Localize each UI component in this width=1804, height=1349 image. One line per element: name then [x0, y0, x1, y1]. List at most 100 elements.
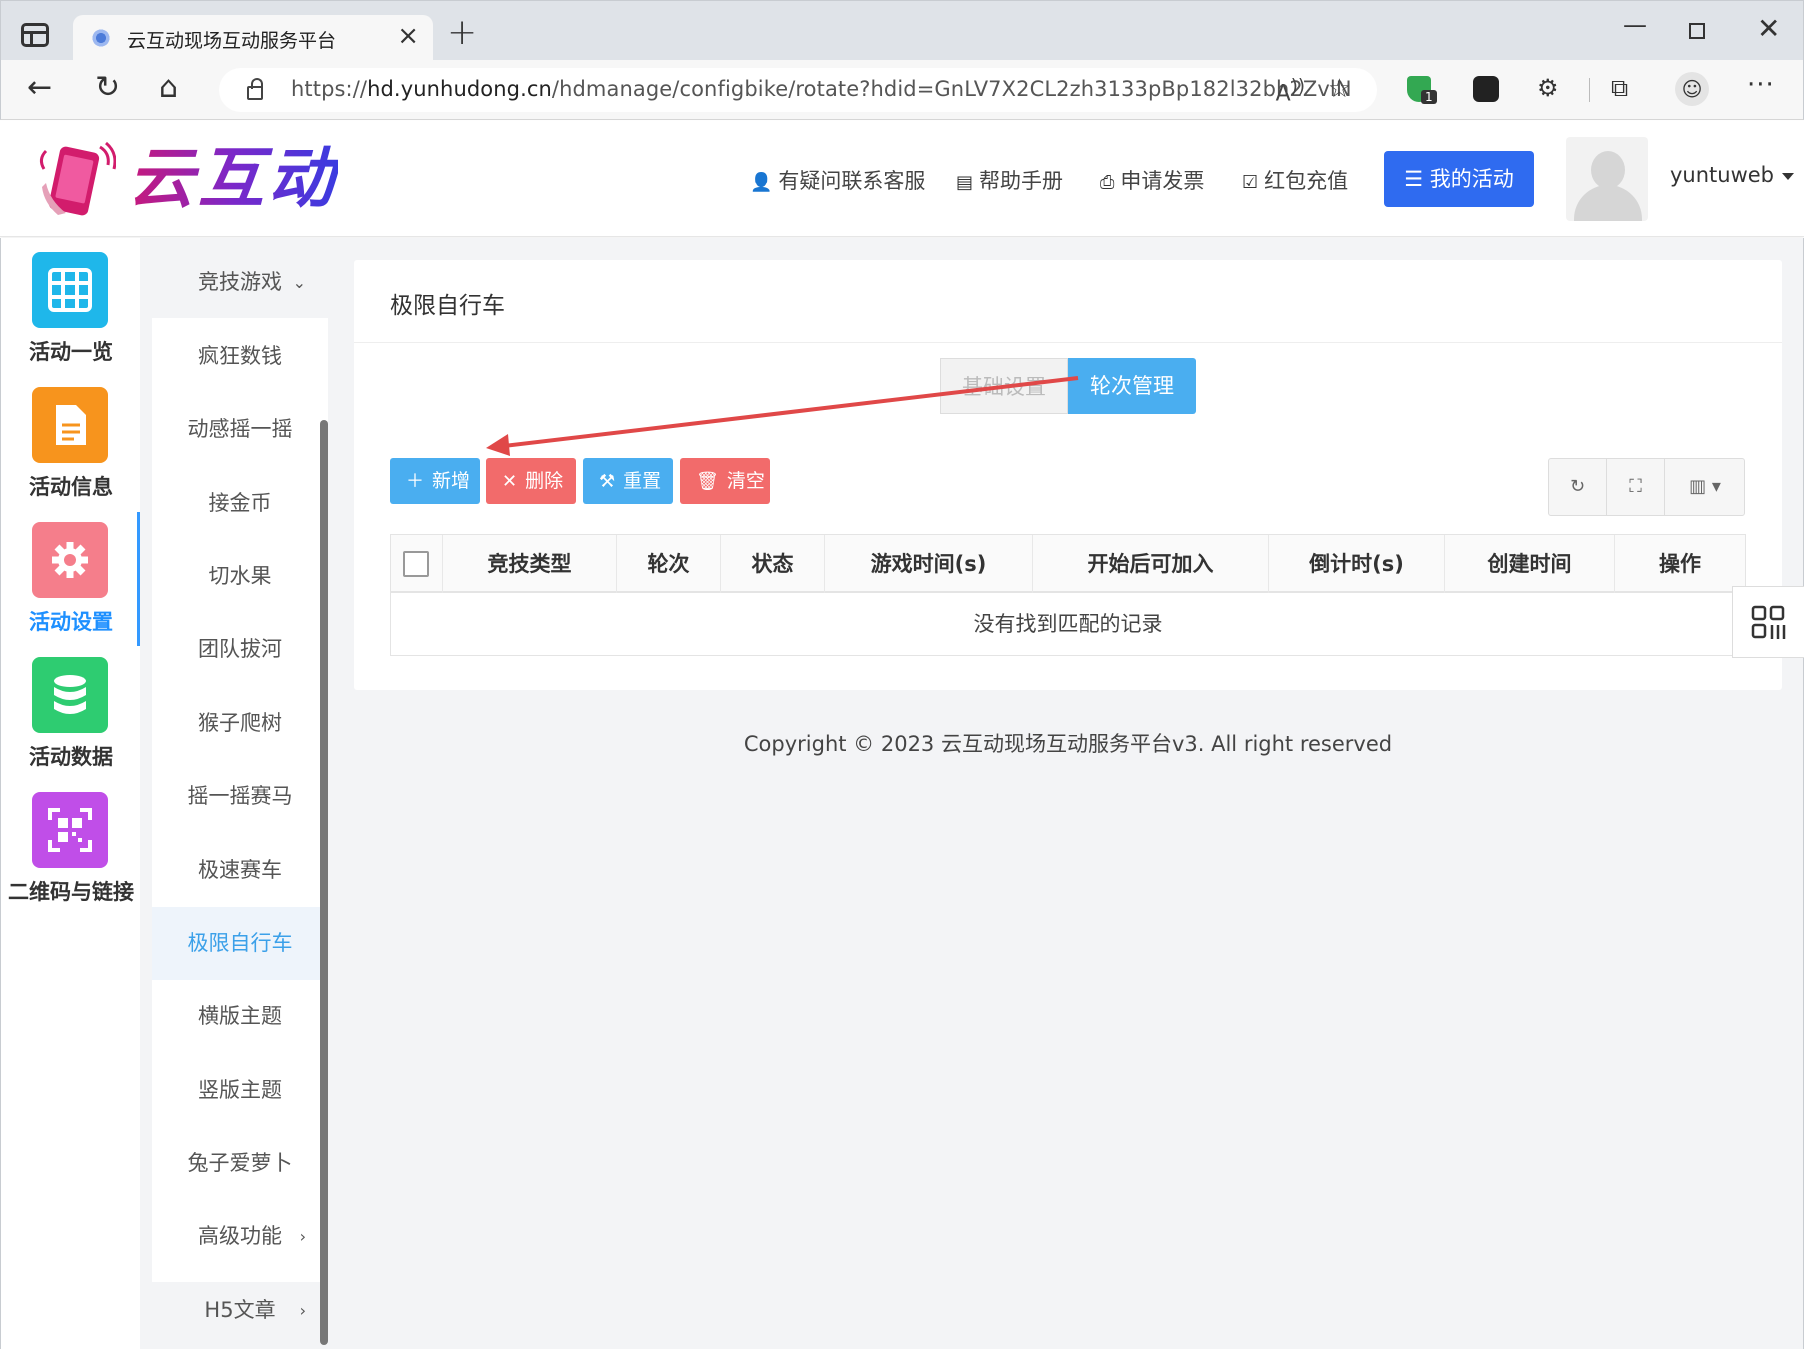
submenu-group-h5[interactable]: H5文章 › [152, 1274, 328, 1347]
columns-toggle-icon[interactable]: ▥ ▾ [1665, 459, 1745, 515]
divider [354, 342, 1782, 343]
database-icon [32, 657, 108, 733]
address-bar[interactable]: https://hd.yunhudong.cn/hdmanage/configb… [219, 68, 1377, 112]
document-icon [32, 387, 108, 463]
more-icon[interactable]: ··· [1747, 70, 1775, 100]
site-favicon-icon [91, 28, 111, 48]
column-header[interactable]: 倒计时(s) [1269, 535, 1445, 593]
chevron-down-icon: ⌄ [292, 273, 306, 292]
shield-extension-icon[interactable]: 1 [1407, 76, 1437, 104]
tab-basic-settings[interactable]: 基础设置 [940, 358, 1068, 414]
submenu-item[interactable]: 疯狂数钱 [152, 320, 328, 393]
submenu-item[interactable]: 动感摇一摇 [152, 393, 328, 466]
user-menu[interactable]: yuntuweb [1670, 163, 1795, 187]
rail-item-activity-list[interactable]: 活动一览 [1, 238, 141, 372]
submenu-group-advanced[interactable]: 高级功能 › [152, 1200, 328, 1273]
qrcode-icon [32, 792, 108, 868]
submenu-item[interactable]: 兔子爱萝卜 [152, 1127, 328, 1200]
avatar[interactable] [1566, 137, 1648, 221]
rail-item-activity-settings[interactable]: 活动设置 [1, 508, 141, 646]
empty-state: 没有找到匹配的记录 [973, 612, 1163, 636]
reset-button[interactable]: ⚒ 重置 [583, 458, 673, 504]
help-manual-link[interactable]: ▤ 帮助手册 [956, 165, 1063, 195]
submenu-item[interactable]: 接金币 [152, 467, 328, 540]
column-header[interactable]: 轮次 [617, 535, 721, 593]
column-header[interactable]: 游戏时间(s) [825, 535, 1033, 593]
toolbar-divider [1589, 78, 1590, 102]
browser-tab[interactable]: 云互动现场互动服务平台 × [73, 15, 433, 61]
submenu-item[interactable]: 猴子爬树 [152, 687, 328, 760]
invoice-link[interactable]: ⎙ 申请发票 [1100, 165, 1204, 195]
refresh-icon[interactable]: ↻ [1549, 459, 1607, 515]
user-plus-icon: 👤 [750, 172, 773, 193]
table-tools: ↻ ⛶ ▥ ▾ [1548, 458, 1745, 516]
main-nav-rail: 活动一览 活动信息 活动设置 活动数据 二维码与链接 [0, 238, 141, 1349]
app-header: 云互动 👤 有疑问联系客服 ▤ 帮助手册 ⎙ 申请发票 ☑ 红包充值 ☰ 我的活动 yu… [0, 121, 1804, 237]
fullscreen-icon[interactable]: ⛶ [1607, 459, 1665, 515]
column-header[interactable]: 创建时间 [1445, 535, 1615, 593]
page-title: 极限自行车 [390, 293, 505, 319]
tampermonkey-icon[interactable] [1473, 76, 1499, 102]
submenu-scrollbar[interactable] [320, 420, 328, 1345]
submenu-item[interactable]: 横版主题 [152, 980, 328, 1053]
reload-icon[interactable]: ↻ [95, 73, 120, 103]
list-icon: ☰ [1404, 167, 1430, 191]
chevron-right-icon: › [299, 1301, 306, 1320]
new-tab-icon[interactable]: + [447, 15, 477, 51]
submenu-group-competitive-games[interactable]: 竞技游戏 ⌄ [152, 246, 328, 319]
print-icon: ⎙ [1100, 172, 1115, 193]
check-square-icon: ☑ [1242, 172, 1259, 193]
url-text[interactable]: https://hd.yunhudong.cn/hdmanage/configb… [291, 77, 1352, 101]
tab-close-icon[interactable]: × [397, 23, 419, 49]
collections-icon[interactable]: ⧉ [1611, 74, 1628, 102]
column-header[interactable]: 状态 [721, 535, 825, 593]
submenu-item-active[interactable]: 极限自行车 [152, 907, 328, 980]
column-header[interactable]: 竞技类型 [443, 535, 617, 593]
home-icon[interactable]: ⌂ [159, 73, 178, 103]
trash-icon: 🗑 [696, 471, 719, 492]
close-icon: ✕ [502, 471, 518, 492]
recharge-link[interactable]: ☑ 红包充值 [1242, 165, 1348, 195]
gear-icon [32, 522, 108, 598]
browser-toolbar: ← ↻ ⌂ https://hd.yunhudong.cn/hdmanage/c… [0, 60, 1804, 120]
column-header[interactable]: 开始后可加入 [1033, 535, 1269, 593]
copyright: Copyright © 2023 云互动现场互动服务平台v3. All righ… [743, 732, 1393, 756]
tab-round-management[interactable]: 轮次管理 [1068, 358, 1196, 414]
chevron-down-icon [1782, 172, 1795, 180]
back-icon[interactable]: ← [27, 73, 52, 103]
logo-phone-icon [39, 141, 116, 216]
logo-text[interactable]: 云互动 [128, 139, 338, 218]
tab-actions-icon[interactable] [21, 23, 49, 47]
submenu-item[interactable]: 竖版主题 [152, 1054, 328, 1127]
gavel-icon: ⚒ [599, 471, 616, 492]
rounds-table: 竞技类型 轮次 状态 游戏时间(s) 开始后可加入 倒计时(s) 创建时间 操作… [390, 534, 1746, 656]
add-button[interactable]: ＋新增 [390, 458, 480, 504]
submenu-item[interactable]: 摇一摇赛马 [152, 760, 328, 833]
minimize-icon[interactable]: — [1623, 13, 1647, 37]
tab-title: 云互动现场互动服务平台 [127, 30, 337, 52]
column-header[interactable]: 操作 [1615, 535, 1745, 593]
content-card: 极限自行车 基础设置 轮次管理 ＋新增 ✕ 删除 ⚒ 重置 🗑 清空 ↻ ⛶ ▥ ▾ … [354, 260, 1782, 690]
profile-icon[interactable]: ☺ [1675, 72, 1709, 106]
rail-item-activity-data[interactable]: 活动数据 [1, 643, 141, 777]
grid-icon [32, 252, 108, 328]
delete-button[interactable]: ✕ 删除 [486, 458, 576, 504]
extensions-icon[interactable]: ⚙ [1537, 74, 1559, 102]
submenu-item[interactable]: 极速赛车 [152, 834, 328, 907]
my-activities-button[interactable]: ☰ 我的活动 [1384, 151, 1534, 207]
floating-qrcode-button[interactable] [1732, 586, 1804, 658]
clear-button[interactable]: 🗑 清空 [680, 458, 770, 504]
rail-item-qrcode-links[interactable]: 二维码与链接 [1, 778, 141, 912]
rail-item-activity-info[interactable]: 活动信息 [1, 373, 141, 507]
favorite-icon[interactable]: ☆ [1328, 74, 1351, 104]
select-all-cell [391, 535, 443, 593]
select-all-checkbox[interactable] [403, 551, 429, 577]
read-aloud-icon[interactable]: A)) [1276, 76, 1305, 106]
submenu-item[interactable]: 团队拔河 [152, 613, 328, 686]
submenu-item[interactable]: 切水果 [152, 540, 328, 613]
lock-icon[interactable] [247, 78, 263, 100]
contact-support-link[interactable]: 👤 有疑问联系客服 [750, 165, 925, 195]
window-close-icon[interactable]: ✕ [1757, 15, 1780, 43]
table-header: 竞技类型 轮次 状态 游戏时间(s) 开始后可加入 倒计时(s) 创建时间 操作 [391, 535, 1745, 593]
maximize-icon[interactable] [1689, 23, 1705, 39]
